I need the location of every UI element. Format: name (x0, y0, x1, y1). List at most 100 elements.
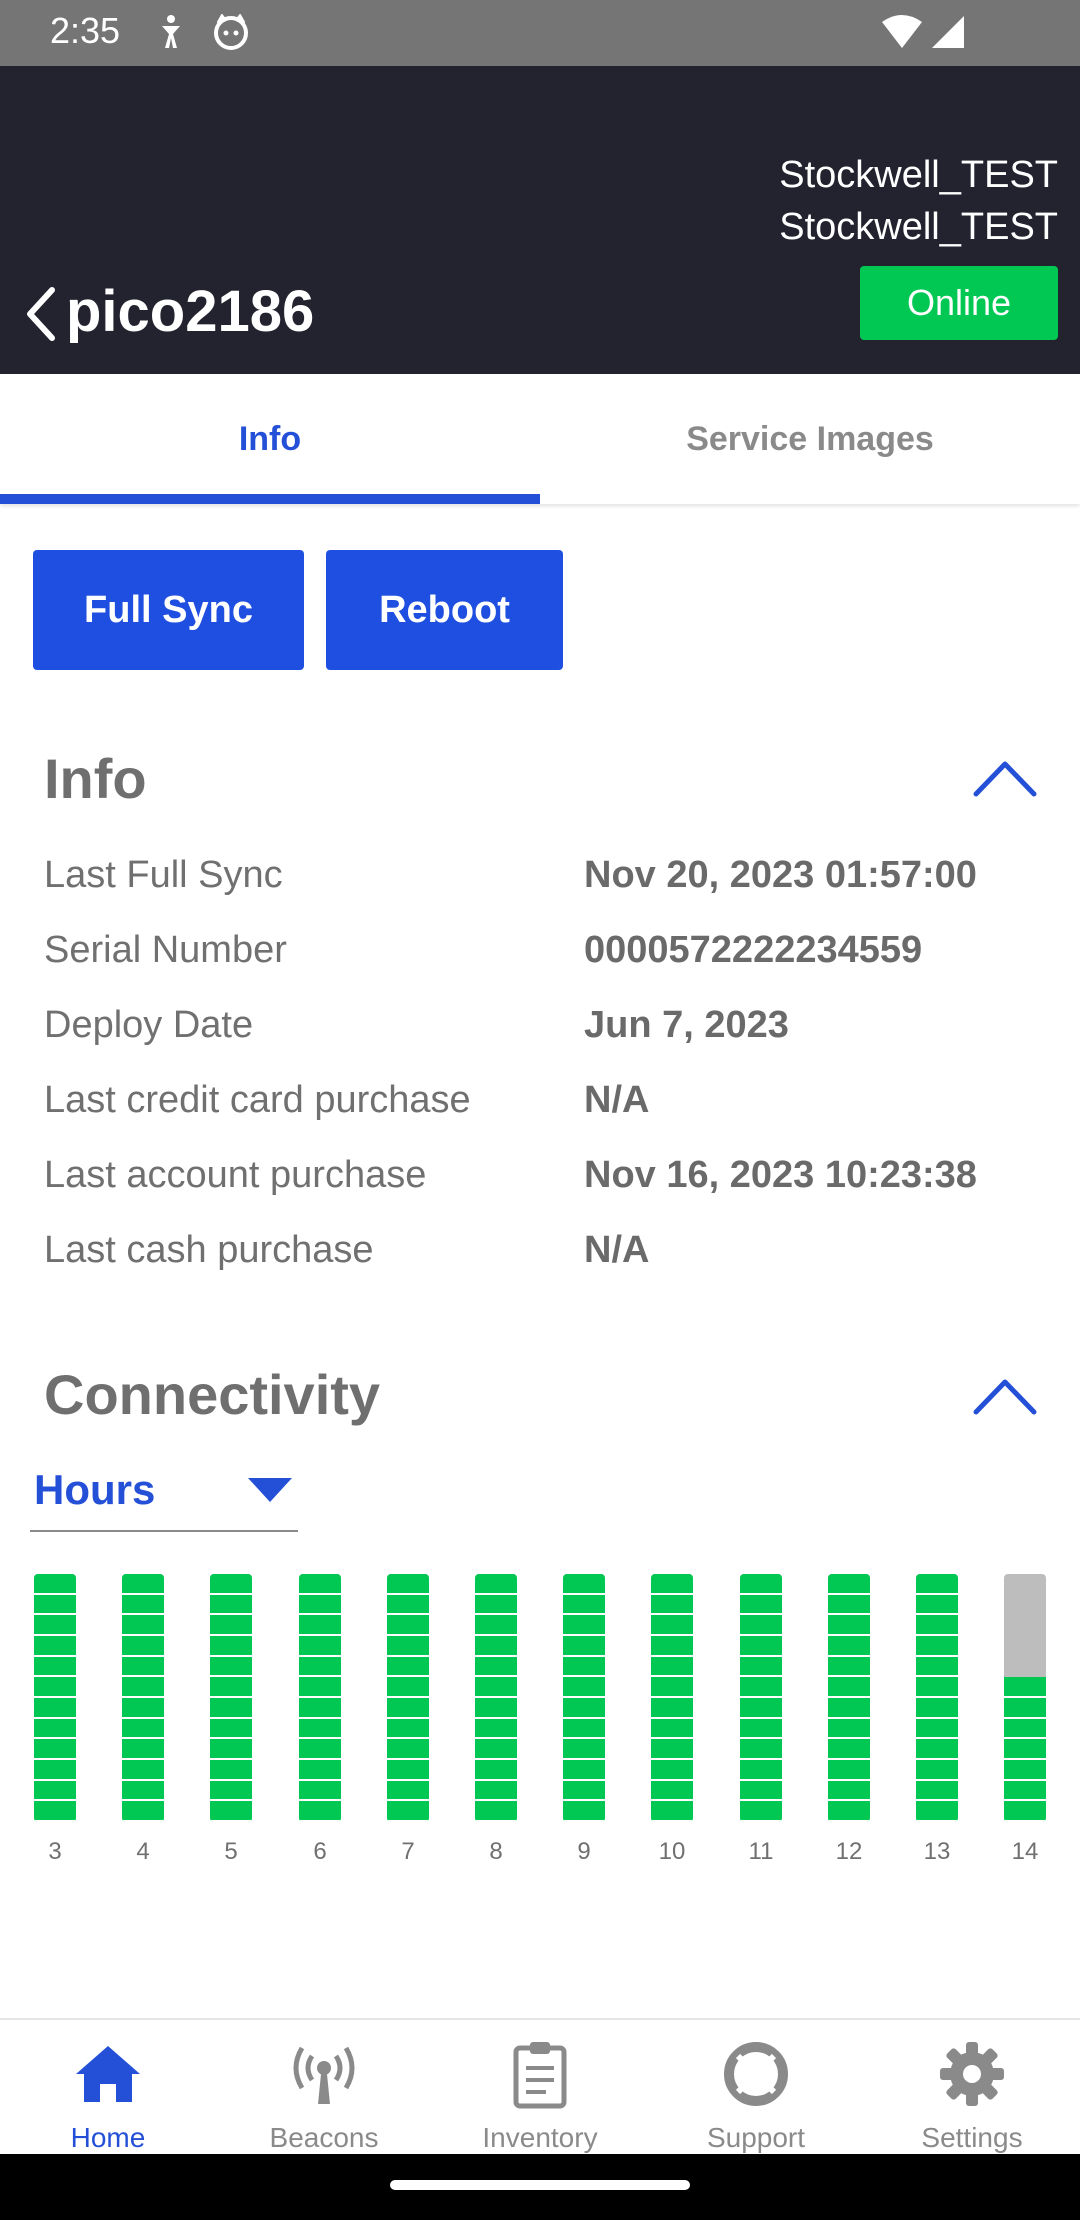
back-arrow-icon[interactable] (18, 284, 66, 344)
time-range-dropdown[interactable]: Hours (30, 1450, 298, 1532)
connectivity-bar (475, 1574, 517, 1822)
bar-segment (475, 1698, 517, 1719)
clipboard-icon (513, 2042, 567, 2109)
bar-segment (1004, 1698, 1046, 1719)
bar-segment (828, 1760, 870, 1781)
bar-segment (828, 1718, 870, 1740)
nav-settings[interactable]: Settings (864, 2020, 1080, 2156)
nav-home[interactable]: Home (0, 2020, 216, 2156)
status-time: 2:35 (50, 10, 121, 51)
gear-icon (940, 2042, 1004, 2106)
bar-segment (299, 1718, 341, 1740)
reboot-button[interactable]: Reboot (326, 550, 563, 670)
bar-segment (1004, 1801, 1046, 1822)
full-sync-button[interactable]: Full Sync (33, 550, 304, 670)
bar-segment (122, 1574, 164, 1595)
bar-segment (828, 1615, 870, 1636)
bar-segment (299, 1594, 341, 1616)
bar-segment (916, 1594, 958, 1616)
bar-segment (122, 1615, 164, 1636)
bar-segment (122, 1594, 164, 1616)
bar-segment (916, 1574, 958, 1595)
bar-segment (563, 1760, 605, 1781)
bar-segment (1004, 1718, 1046, 1740)
device-header: Stockwell_TEST Stockwell_TEST pico2186 O… (0, 66, 1080, 374)
connectivity-bar (1004, 1574, 1046, 1822)
nav-label: Home (70, 2122, 146, 2153)
bar-segment (387, 1718, 429, 1740)
bar-segment (122, 1698, 164, 1719)
bar-segment (563, 1801, 605, 1822)
bar-segment (475, 1801, 517, 1822)
time-range-selected: Hours (34, 1466, 156, 1513)
connectivity-bar (651, 1574, 693, 1822)
bar-segment (740, 1698, 782, 1719)
bar-segment (651, 1718, 693, 1740)
bar-segment (563, 1698, 605, 1719)
collapse-chevron-icon[interactable] (970, 1374, 1040, 1418)
bar-segment (122, 1656, 164, 1678)
nav-beacons[interactable]: Beacons (216, 2020, 432, 2156)
bar-segment (210, 1636, 252, 1657)
home-icon (76, 2046, 140, 2102)
connectivity-section-title: Connectivity (44, 1363, 381, 1426)
bar-segment (122, 1636, 164, 1657)
bar-segment (916, 1698, 958, 1719)
connectivity-bar (210, 1574, 252, 1822)
bar-segment (651, 1739, 693, 1760)
bar-segment (299, 1698, 341, 1719)
system-nav-bar (0, 2154, 1080, 2220)
bar-segment (299, 1677, 341, 1698)
bar-segment (651, 1615, 693, 1636)
bar-segment (651, 1760, 693, 1781)
connectivity-bar (563, 1574, 605, 1822)
bar-segment (299, 1739, 341, 1760)
bar-segment (210, 1615, 252, 1636)
bar-segment (740, 1760, 782, 1781)
accessibility-icon (162, 15, 180, 48)
bar-segment (122, 1801, 164, 1822)
bar-tick-label: 9 (577, 1838, 591, 1865)
cat-face-icon (214, 14, 248, 50)
info-row-value: N/A (584, 1079, 650, 1121)
nav-support[interactable]: Support (648, 2020, 864, 2156)
bar-segment (210, 1574, 252, 1595)
bar-segment (387, 1739, 429, 1760)
status-badge: Online (860, 266, 1058, 340)
bar-segment (651, 1574, 693, 1595)
bar-segment (34, 1718, 76, 1740)
bar-segment (210, 1760, 252, 1781)
tab-info[interactable]: Info (0, 374, 540, 504)
status-bar: 2:35 (0, 0, 1080, 66)
bar-tick-label: 6 (313, 1838, 327, 1865)
bar-segment (475, 1594, 517, 1616)
device-title: pico2186 (66, 279, 315, 344)
location-name: Stockwell_TEST (779, 206, 1058, 248)
bar-segment (475, 1636, 517, 1657)
bar-segment (299, 1615, 341, 1636)
bar-segment (916, 1760, 958, 1781)
wifi-icon (882, 15, 922, 48)
bar-segment (1004, 1739, 1046, 1760)
bar-segment (122, 1739, 164, 1760)
bar-segment (475, 1615, 517, 1636)
bar-segment (387, 1615, 429, 1636)
bar-tick-label: 12 (835, 1838, 863, 1865)
tab-service-images[interactable]: Service Images (540, 374, 1080, 504)
tab-indicator (0, 494, 540, 504)
bar-segment (475, 1739, 517, 1760)
info-row-value: 0000572222234559 (584, 929, 923, 971)
bar-segment (916, 1801, 958, 1822)
home-gesture-pill[interactable] (390, 2180, 690, 2190)
bar-segment (387, 1780, 429, 1802)
bar-segment (122, 1780, 164, 1802)
bar-segment (1004, 1760, 1046, 1781)
bar-segment (916, 1656, 958, 1678)
bar-segment (210, 1739, 252, 1760)
bar-segment (475, 1760, 517, 1781)
bar-segment (299, 1760, 341, 1781)
bar-segment (563, 1739, 605, 1760)
collapse-chevron-icon[interactable] (970, 756, 1040, 800)
bar-segment (34, 1780, 76, 1802)
nav-inventory[interactable]: Inventory (432, 2020, 648, 2156)
